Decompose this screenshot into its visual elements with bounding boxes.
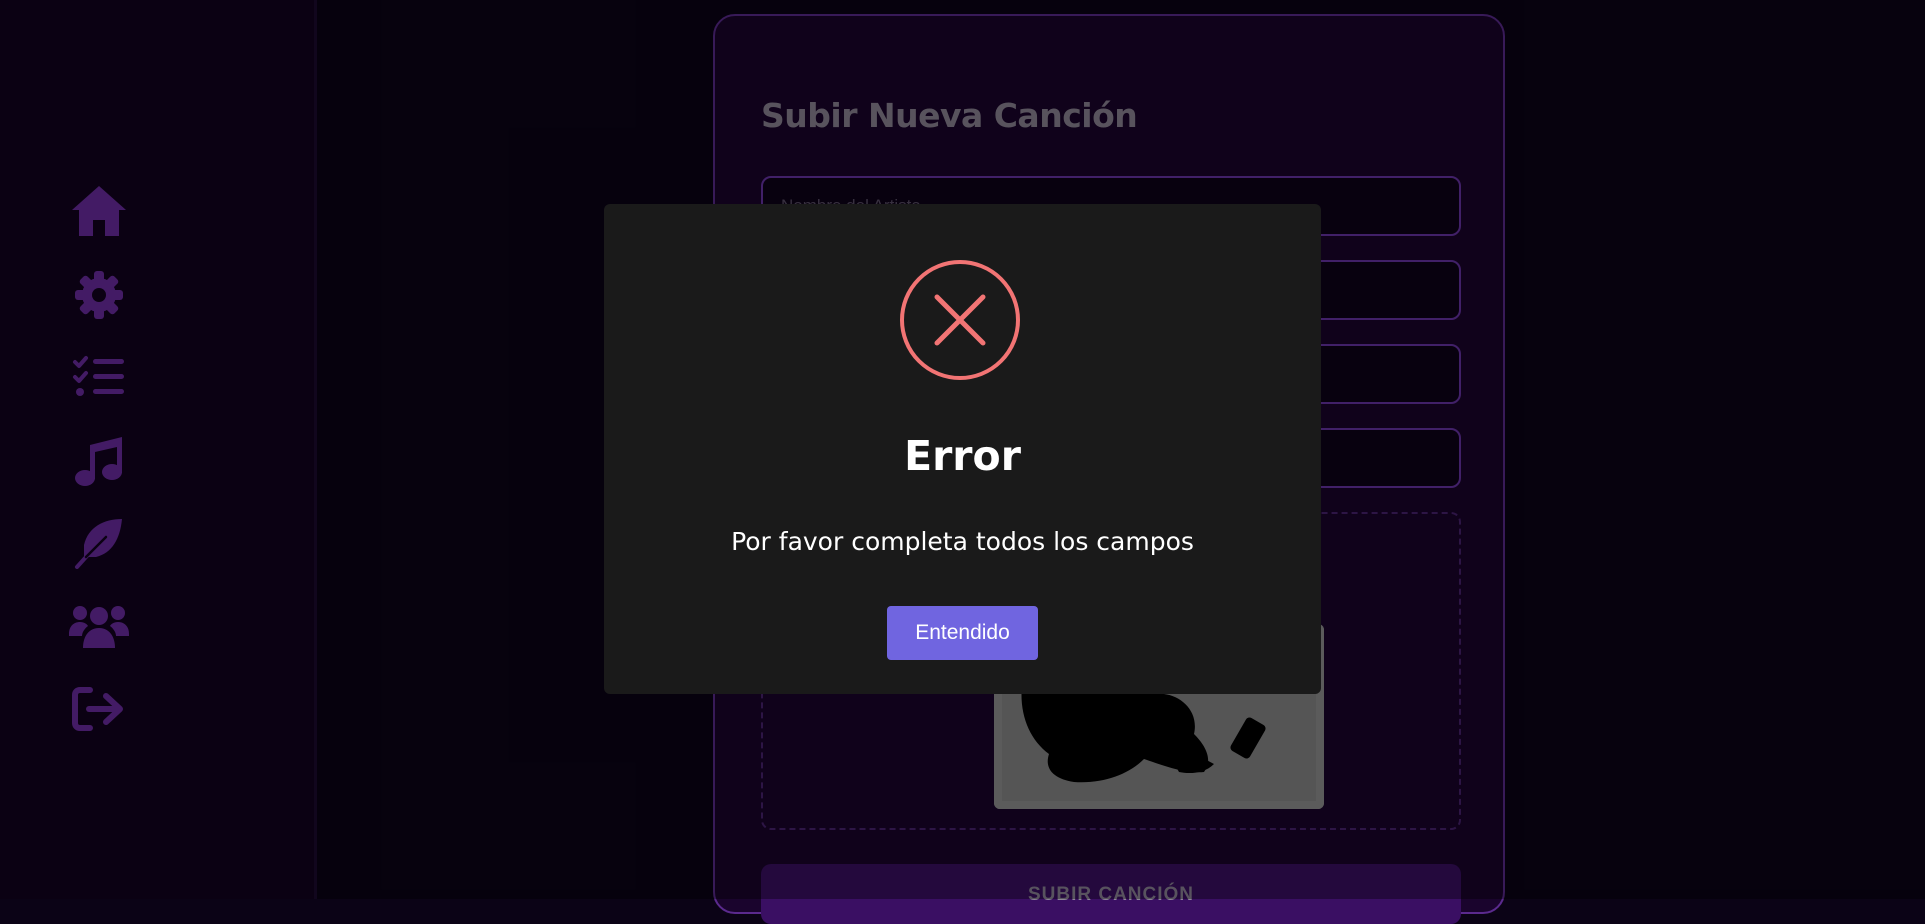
- dialog-title: Error: [904, 432, 1021, 480]
- dialog-message: Por favor completa todos los campos: [731, 527, 1194, 556]
- error-x-icon: [900, 260, 1020, 380]
- confirm-button[interactable]: Entendido: [887, 606, 1038, 660]
- error-dialog: Error Por favor completa todos los campo…: [604, 204, 1321, 694]
